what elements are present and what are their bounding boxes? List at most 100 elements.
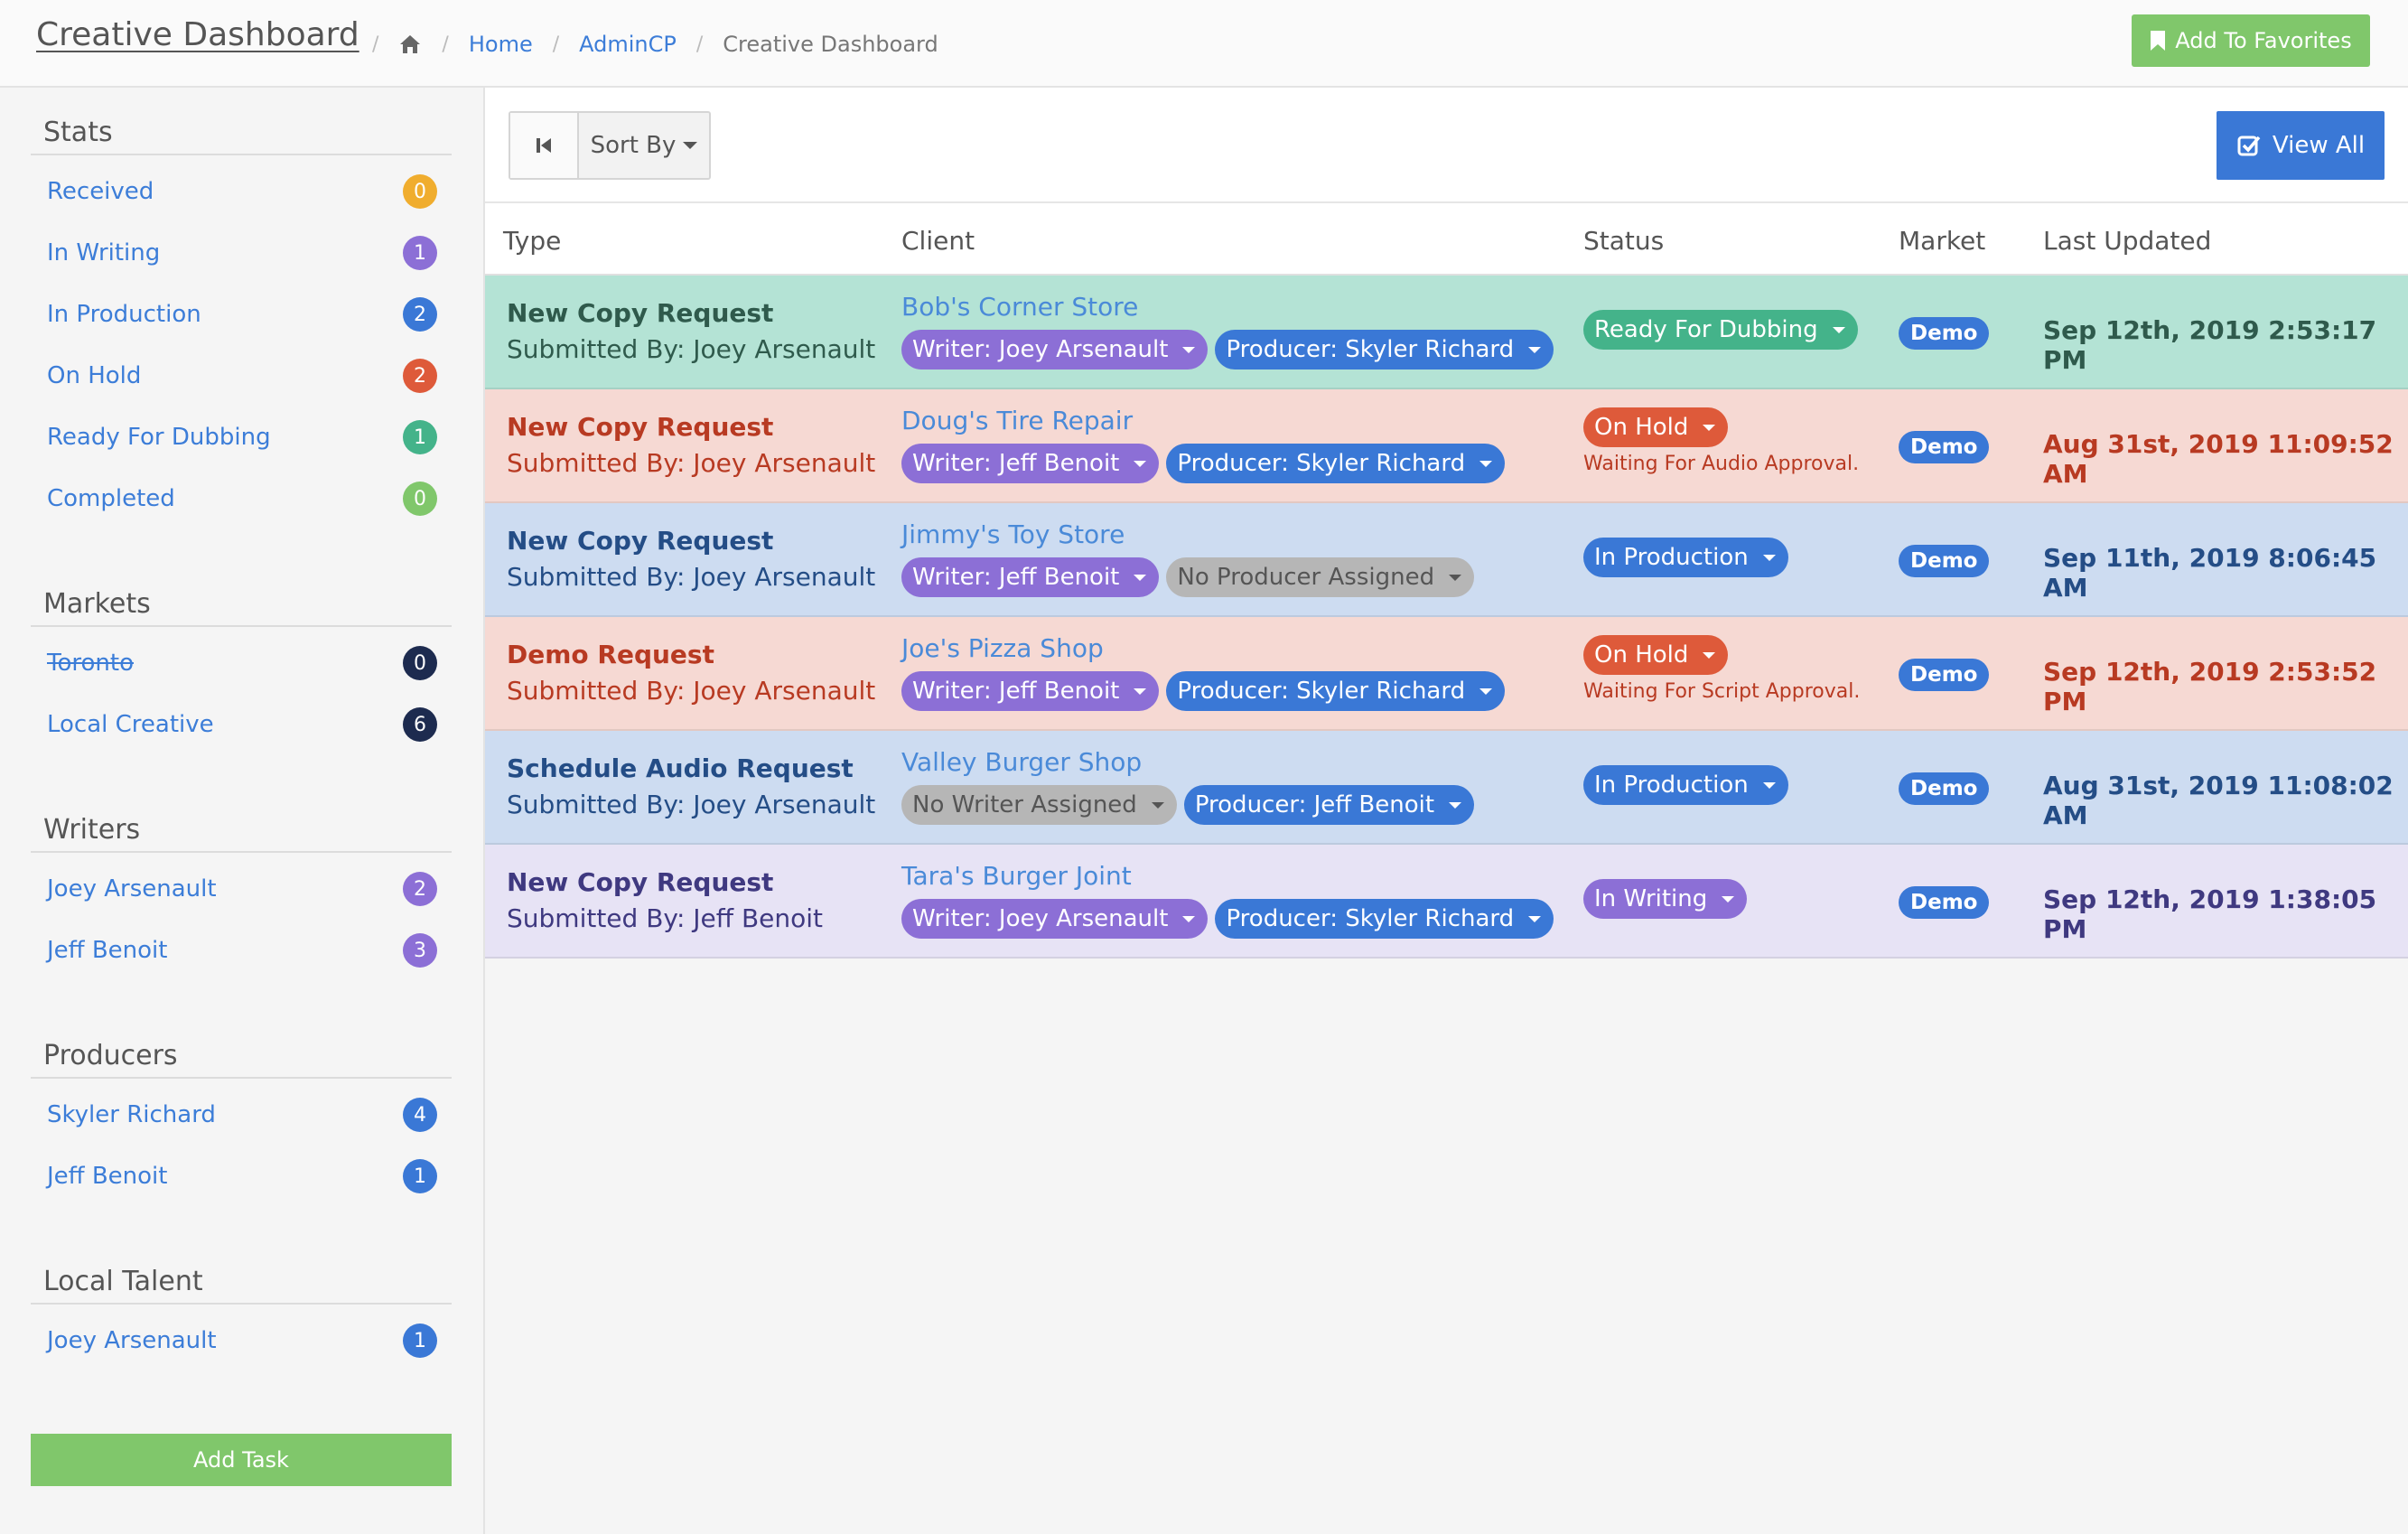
request-type: New Copy Request [507,526,774,556]
client-link[interactable]: Doug's Tire Repair [901,406,1133,435]
breadcrumb-separator: / [442,33,449,56]
chevron-down-icon [1762,554,1776,561]
chevron-down-icon [1479,460,1493,467]
writer-dropdown[interactable]: Writer: Joey Arsenault [901,899,1209,939]
sidebar-item-writers[interactable]: Joey Arsenault 2 [31,864,452,914]
sort-by-dropdown[interactable]: Sort By [579,113,709,178]
sidebar-item-markets[interactable]: Toronto 0 [31,638,452,688]
client-link[interactable]: Valley Burger Shop [901,747,1142,777]
writer-dropdown[interactable]: Writer: Jeff Benoit [901,557,1160,597]
assignee-pills: Writer: Joey Arsenault Producer: Skyler R… [901,330,1554,369]
sidebar-item-producers[interactable]: Skyler Richard 4 [31,1090,452,1140]
request-type: New Copy Request [507,298,774,328]
writer-dropdown[interactable]: Writer: Jeff Benoit [901,444,1160,483]
sidebar-item-stats[interactable]: On Hold 2 [31,351,452,401]
column-header-last-updated[interactable]: Last Updated [2043,203,2211,276]
status-dropdown[interactable]: In Production [1583,538,1788,577]
chevron-down-icon [683,142,698,149]
breadcrumb-admincp-link[interactable]: AdminCP [579,32,677,57]
sidebar-item-stats[interactable]: In Writing 1 [31,228,452,278]
table-row[interactable]: New Copy Request Submitted By: Jeff Benoi… [485,845,2408,959]
writer-label: Writer: Jeff Benoit [912,450,1120,477]
table-row[interactable]: New Copy Request Submitted By: Joey Arsen… [485,503,2408,617]
status-dropdown[interactable]: In Production [1583,765,1788,805]
local-talent-heading: Local Talent [31,1259,452,1305]
count-badge: 1 [403,1159,437,1193]
sidebar-item-talent[interactable]: Joey Arsenault 1 [31,1315,452,1366]
stats-section: Stats [31,110,452,155]
table-row[interactable]: Schedule Audio Request Submitted By: Joey… [485,731,2408,845]
market-badge: Demo [1899,317,1990,350]
writer-label: Writer: Jeff Benoit [912,678,1120,705]
submitted-by: Submitted By: Jeff Benoit [507,903,824,933]
view-all-button[interactable]: View All [2217,111,2385,180]
sidebar-item-stats[interactable]: Completed 0 [31,473,452,524]
writer-dropdown[interactable]: Writer: Joey Arsenault [901,330,1209,369]
producer-dropdown[interactable]: Producer: Jeff Benoit [1183,785,1475,825]
chevron-down-icon [1182,346,1196,353]
sidebar-item-stats[interactable]: Received 0 [31,166,452,217]
sidebar-item-stats[interactable]: Ready For Dubbing 1 [31,412,452,463]
status-dropdown[interactable]: Ready For Dubbing [1583,310,1858,350]
table-row[interactable]: New Copy Request Submitted By: Joey Arsen… [485,389,2408,503]
producer-dropdown[interactable]: No Producer Assigned [1166,557,1475,597]
status-label: In Production [1594,772,1749,799]
count-badge: 6 [403,707,437,742]
breadcrumb-home-link[interactable]: Home [469,32,533,57]
status-dropdown[interactable]: On Hold [1583,407,1729,447]
assignee-pills: Writer: Joey Arsenault Producer: Skyler R… [901,899,1554,939]
column-header-client[interactable]: Client [901,203,975,276]
sidebar-item-label: Ready For Dubbing [47,424,271,451]
column-header-market[interactable]: Market [1899,203,1985,276]
status-dropdown[interactable]: On Hold [1583,635,1729,675]
sidebar-item-label: In Production [47,301,201,328]
table-header: Type Client Status Market Last Updated [485,203,2408,276]
first-page-button[interactable] [510,113,579,178]
producer-dropdown[interactable]: Producer: Skyler Richard [1215,330,1554,369]
writer-dropdown[interactable]: Writer: Jeff Benoit [901,671,1160,711]
producer-dropdown[interactable]: Producer: Skyler Richard [1215,899,1554,939]
count-badge: 0 [403,174,437,209]
producers-section: Producers [31,1034,452,1079]
chevron-down-icon [1449,574,1462,581]
writer-label: Writer: Joey Arsenault [912,905,1169,932]
sidebar-item-label: Jeff Benoit [47,1163,168,1190]
table-row[interactable]: New Copy Request Submitted By: Joey Arsen… [485,276,2408,389]
producer-dropdown[interactable]: Producer: Skyler Richard [1166,444,1506,483]
sidebar-item-label: Joey Arsenault [47,875,217,903]
request-type: New Copy Request [507,867,774,897]
sidebar-item-stats[interactable]: In Production 2 [31,289,452,340]
sidebar-item-producers[interactable]: Jeff Benoit 1 [31,1151,452,1202]
count-badge: 0 [403,646,437,680]
skip-back-icon [537,138,551,153]
sidebar-item-markets[interactable]: Local Creative 6 [31,699,452,750]
toolbar-button-group: Sort By [509,111,711,180]
client-link[interactable]: Bob's Corner Store [901,292,1138,322]
assignee-pills: Writer: Jeff Benoit Producer: Skyler Rich… [901,444,1506,483]
page-header: Creative Dashboard / / Home / AdminCP / … [0,0,2408,88]
client-link[interactable]: Tara's Burger Joint [901,861,1132,891]
home-icon[interactable] [398,33,422,55]
add-to-favorites-button[interactable]: Add To Favorites [2132,14,2370,67]
status-dropdown[interactable]: In Writing [1583,879,1748,919]
count-badge: 1 [403,1324,437,1358]
column-header-type[interactable]: Type [503,203,561,276]
status-note: Waiting For Audio Approval. [1583,453,1860,475]
producer-label: Producer: Skyler Richard [1226,905,1515,932]
writer-label: No Writer Assigned [912,791,1137,818]
client-link[interactable]: Jimmy's Toy Store [901,519,1125,549]
last-updated: Sep 12th, 2019 2:53:17 PM [2043,315,2377,375]
chevron-down-icon [1703,651,1716,659]
client-link[interactable]: Joe's Pizza Shop [901,633,1104,663]
chevron-down-icon [1151,801,1164,809]
count-badge: 2 [403,297,437,332]
column-header-status[interactable]: Status [1583,203,1664,276]
sidebar-item-label: In Writing [47,239,161,267]
table-row[interactable]: Demo Request Submitted By: Joey Arsenault… [485,617,2408,731]
add-task-button[interactable]: Add Task [31,1434,452,1486]
count-badge: 1 [403,420,437,454]
producer-dropdown[interactable]: Producer: Skyler Richard [1166,671,1506,711]
sidebar-item-label: Completed [47,485,175,512]
writer-dropdown[interactable]: No Writer Assigned [901,785,1177,825]
sidebar-item-writers[interactable]: Jeff Benoit 3 [31,925,452,976]
